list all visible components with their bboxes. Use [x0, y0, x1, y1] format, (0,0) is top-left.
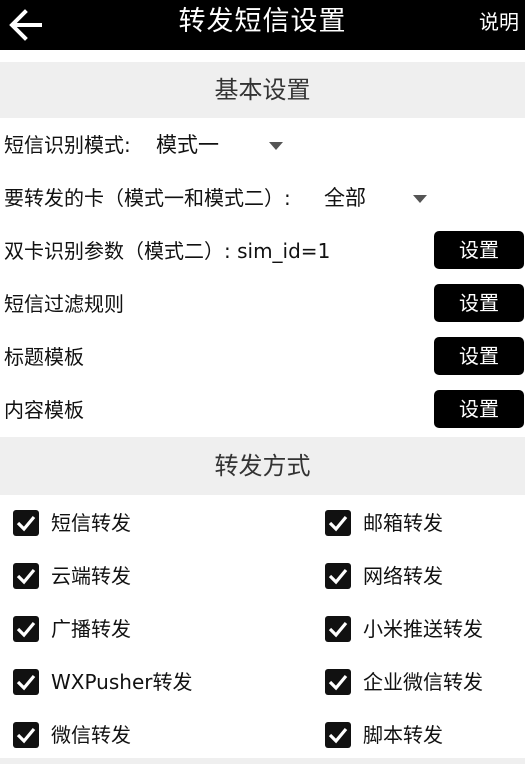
- checkbox-label: 云端转发: [51, 564, 131, 588]
- checkbox-email[interactable]: 邮箱转发: [325, 497, 525, 549]
- dropdown-arrow-icon: [413, 195, 427, 203]
- sms-mode-select[interactable]: 模式一: [156, 119, 291, 171]
- section-basic-settings: 基本设置: [0, 62, 525, 118]
- checkbox-checked-icon: [325, 563, 351, 589]
- dual-sim-set-button[interactable]: 设置: [434, 231, 524, 269]
- checkbox-mipush[interactable]: 小米推送转发: [325, 603, 525, 655]
- checkbox-network[interactable]: 网络转发: [325, 550, 525, 602]
- sms-mode-value: 模式一: [156, 133, 219, 157]
- title-template-set-button[interactable]: 设置: [434, 337, 524, 375]
- checkbox-label: 小米推送转发: [363, 617, 483, 641]
- content-template-label: 内容模板: [4, 398, 84, 422]
- help-button[interactable]: 说明: [479, 0, 519, 44]
- card-label: 要转发的卡（模式一和模式二）:: [4, 186, 291, 210]
- checkbox-script[interactable]: 脚本转发: [325, 709, 525, 761]
- checkbox-checked-icon: [13, 510, 39, 536]
- checkbox-label: 微信转发: [51, 723, 131, 747]
- checkbox-checked-icon: [325, 616, 351, 642]
- filter-row: 短信过滤规则 设置: [0, 278, 525, 330]
- content-template-row: 内容模板 设置: [0, 384, 525, 436]
- filter-set-button[interactable]: 设置: [434, 284, 524, 322]
- section-forward-methods: 转发方式: [0, 437, 525, 495]
- checkbox-sms[interactable]: 短信转发: [13, 497, 265, 549]
- sms-mode-label: 短信识别模式:: [4, 133, 131, 157]
- checkbox-checked-icon: [13, 616, 39, 642]
- bottom-divider: [0, 758, 525, 764]
- checkbox-label: 网络转发: [363, 564, 443, 588]
- checkbox-checked-icon: [13, 669, 39, 695]
- checkbox-label: 邮箱转发: [363, 511, 443, 535]
- checkbox-checked-icon: [325, 669, 351, 695]
- checkbox-checked-icon: [325, 722, 351, 748]
- title-template-label: 标题模板: [4, 345, 84, 369]
- checkbox-label: 广播转发: [51, 617, 131, 641]
- checkbox-checked-icon: [13, 563, 39, 589]
- checkbox-label: 脚本转发: [363, 723, 443, 747]
- dual-sim-label: 双卡识别参数（模式二）: sim_id=1: [4, 239, 331, 263]
- filter-label: 短信过滤规则: [4, 292, 124, 316]
- checkbox-label: 企业微信转发: [363, 670, 483, 694]
- checkbox-label: 短信转发: [51, 511, 131, 535]
- top-bar: 转发短信设置 说明: [0, 0, 525, 50]
- checkbox-checked-icon: [13, 722, 39, 748]
- dual-sim-row: 双卡识别参数（模式二）: sim_id=1 设置: [0, 225, 525, 277]
- dropdown-arrow-icon: [269, 142, 283, 150]
- sms-mode-row: 短信识别模式: 模式一: [0, 119, 525, 171]
- checkbox-wework[interactable]: 企业微信转发: [325, 656, 525, 708]
- checkbox-checked-icon: [325, 510, 351, 536]
- card-select[interactable]: 全部: [324, 172, 434, 224]
- checkbox-broadcast[interactable]: 广播转发: [13, 603, 265, 655]
- card-row: 要转发的卡（模式一和模式二）: 全部: [0, 172, 525, 224]
- page-title: 转发短信设置: [178, 6, 347, 37]
- checkbox-wxpusher[interactable]: WXPusher转发: [13, 656, 265, 708]
- checkbox-cloud[interactable]: 云端转发: [13, 550, 265, 602]
- card-value: 全部: [324, 186, 366, 210]
- title-template-row: 标题模板 设置: [0, 331, 525, 383]
- content-template-set-button[interactable]: 设置: [434, 390, 524, 428]
- checkbox-label: WXPusher转发: [51, 670, 193, 694]
- checkbox-wechat[interactable]: 微信转发: [13, 709, 265, 761]
